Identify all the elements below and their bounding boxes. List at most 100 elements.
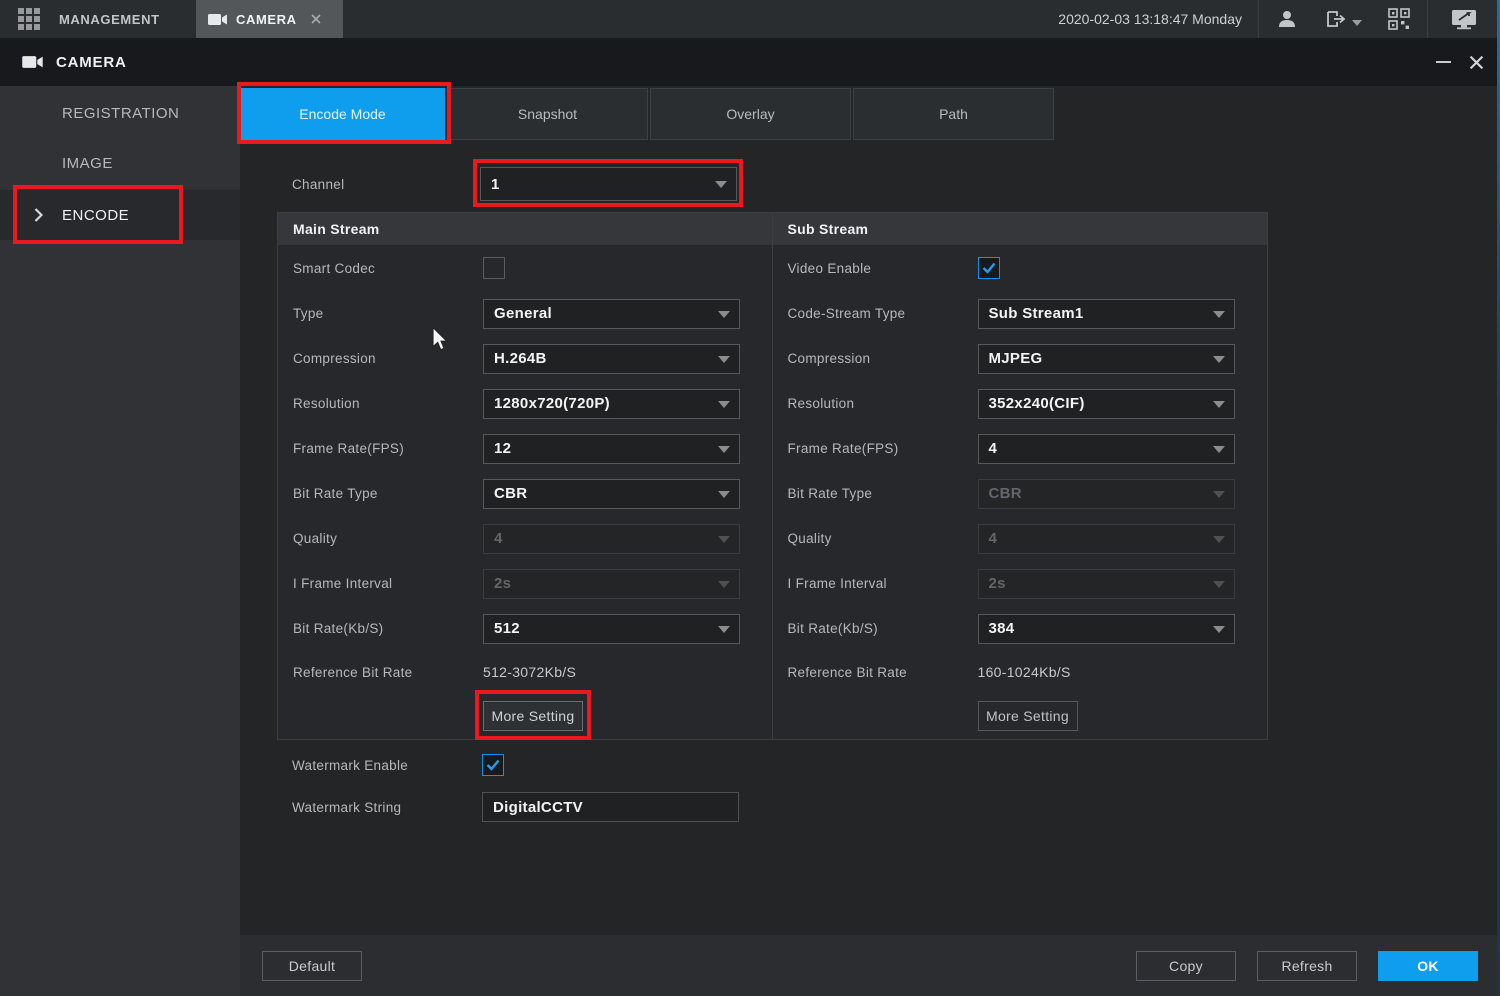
qr-code-icon[interactable] (1371, 0, 1427, 38)
top-bar: MANAGEMENT CAMERA 2020-02-03 13:18:47 Mo… (0, 0, 1500, 38)
window-header: CAMERA (0, 38, 1500, 86)
dropdown-caret-icon (1213, 356, 1225, 363)
copy-button[interactable]: Copy (1136, 951, 1236, 981)
dropdown-caret-icon (1213, 401, 1225, 408)
checkmark-icon (982, 262, 996, 274)
management-menu[interactable]: MANAGEMENT (59, 12, 160, 27)
video-enable-checkbox[interactable] (978, 257, 1000, 279)
compression-select[interactable]: H.264B (483, 344, 740, 374)
sub-more-setting-button[interactable]: More Setting (978, 701, 1078, 731)
sub-quality-row: Quality 4 (773, 516, 1268, 561)
sub-resolution-select[interactable]: 352x240(CIF) (978, 389, 1235, 419)
sub-bit-rate-select[interactable]: 384 (978, 614, 1235, 644)
sidebar-item-encode-label: ENCODE (62, 207, 129, 224)
channel-select[interactable]: 1 (480, 167, 737, 201)
sub-bit-rate-type-select: CBR (978, 479, 1235, 509)
sub-bit-rate-type-row: Bit Rate Type CBR (773, 471, 1268, 516)
datetime-display: 2020-02-03 13:18:47 Monday (1058, 11, 1242, 27)
footer-bar: Default Copy Refresh OK (240, 935, 1500, 996)
smart-codec-checkbox[interactable] (483, 257, 505, 279)
minimize-button[interactable] (1436, 61, 1451, 63)
watermark-string-row: Watermark String (277, 792, 739, 822)
sub-bit-rate-row: Bit Rate(Kb/S) 384 (773, 606, 1268, 651)
channel-label: Channel (292, 177, 480, 192)
ok-button[interactable]: OK (1378, 951, 1478, 981)
sub-more-setting-row: More Setting (773, 693, 1268, 739)
video-enable-row: Video Enable (773, 245, 1268, 291)
dropdown-caret-icon (718, 491, 730, 498)
dropdown-caret-icon (715, 181, 727, 188)
dropdown-caret-icon (1213, 626, 1225, 633)
watermark-string-input[interactable] (482, 792, 739, 822)
video-camera-icon (22, 55, 44, 69)
dropdown-caret-icon (1213, 491, 1225, 498)
chevron-right-icon (34, 207, 43, 223)
quality-row: Quality 4 (278, 516, 772, 561)
bit-rate-type-row: Bit Rate Type CBR (278, 471, 772, 516)
main-stream-section: Main Stream Smart Codec Type General Com… (278, 213, 773, 739)
bit-rate-type-select[interactable]: CBR (483, 479, 740, 509)
top-bar-right: 2020-02-03 13:18:47 Monday (1058, 0, 1500, 38)
sub-reference-bit-rate-value: 160-1024Kb/S (978, 664, 1071, 680)
sub-quality-select: 4 (978, 524, 1235, 554)
dropdown-caret-icon (718, 311, 730, 318)
logout-icon[interactable] (1315, 0, 1371, 38)
dropdown-caret-icon (1213, 536, 1225, 543)
close-button[interactable] (1469, 55, 1484, 70)
tab-encode-mode[interactable]: Encode Mode (240, 88, 445, 140)
tab-close-icon[interactable] (311, 14, 321, 24)
frame-rate-row: Frame Rate(FPS) 12 (278, 426, 772, 471)
dropdown-caret-icon (1213, 311, 1225, 318)
dropdown-caret-icon (718, 626, 730, 633)
channel-row: Channel 1 (240, 166, 737, 202)
sub-frame-rate-select[interactable]: 4 (978, 434, 1235, 464)
sub-i-frame-interval-row: I Frame Interval 2s (773, 561, 1268, 606)
sidebar-item-registration[interactable]: REGISTRATION (0, 88, 240, 138)
code-stream-type-select[interactable]: Sub Stream1 (978, 299, 1235, 329)
apps-grid-icon[interactable] (18, 8, 41, 31)
i-frame-interval-select: 2s (483, 569, 740, 599)
stream-panel: Main Stream Smart Codec Type General Com… (277, 212, 1268, 740)
dropdown-caret-icon (718, 356, 730, 363)
reference-bit-rate-row: Reference Bit Rate 512-3072Kb/S (278, 651, 772, 693)
tab-snapshot[interactable]: Snapshot (447, 88, 648, 140)
logout-caret-icon (1352, 20, 1362, 26)
checkmark-icon (486, 759, 500, 771)
sidebar: REGISTRATION IMAGE ENCODE (0, 86, 240, 996)
refresh-button[interactable]: Refresh (1257, 951, 1357, 981)
sub-i-frame-interval-select: 2s (978, 569, 1235, 599)
sub-reference-bit-rate-row: Reference Bit Rate 160-1024Kb/S (773, 651, 1268, 693)
frame-rate-select[interactable]: 12 (483, 434, 740, 464)
dropdown-caret-icon (1213, 581, 1225, 588)
compression-row: Compression H.264B (278, 336, 772, 381)
resolution-row: Resolution 1280x720(720P) (278, 381, 772, 426)
encode-tabs: Encode Mode Snapshot Overlay Path (240, 88, 1056, 140)
resolution-select[interactable]: 1280x720(720P) (483, 389, 740, 419)
sidebar-item-encode[interactable]: ENCODE (0, 190, 240, 240)
tab-path[interactable]: Path (853, 88, 1054, 140)
dropdown-caret-icon (718, 536, 730, 543)
default-button[interactable]: Default (262, 951, 362, 981)
tab-overlay[interactable]: Overlay (650, 88, 851, 140)
watermark-enable-checkbox[interactable] (482, 754, 504, 776)
minimize-icon (1436, 61, 1451, 63)
dropdown-caret-icon (718, 581, 730, 588)
sidebar-item-image[interactable]: IMAGE (0, 138, 240, 188)
video-camera-icon (208, 13, 228, 26)
close-icon (1471, 56, 1483, 68)
camera-tab-label: CAMERA (236, 12, 297, 27)
bit-rate-row: Bit Rate(Kb/S) 512 (278, 606, 772, 651)
type-select[interactable]: General (483, 299, 740, 329)
camera-tab[interactable]: CAMERA (196, 0, 343, 38)
sub-frame-rate-row: Frame Rate(FPS) 4 (773, 426, 1268, 471)
code-stream-type-row: Code-Stream Type Sub Stream1 (773, 291, 1268, 336)
main-stream-title: Main Stream (278, 213, 772, 245)
bit-rate-select[interactable]: 512 (483, 614, 740, 644)
smart-codec-row: Smart Codec (278, 245, 772, 291)
dropdown-caret-icon (718, 446, 730, 453)
sub-compression-select[interactable]: MJPEG (978, 344, 1235, 374)
sub-stream-title: Sub Stream (773, 213, 1268, 245)
main-more-setting-button[interactable]: More Setting (483, 701, 583, 731)
display-switch-icon[interactable] (1428, 0, 1500, 38)
user-icon[interactable] (1259, 0, 1315, 38)
